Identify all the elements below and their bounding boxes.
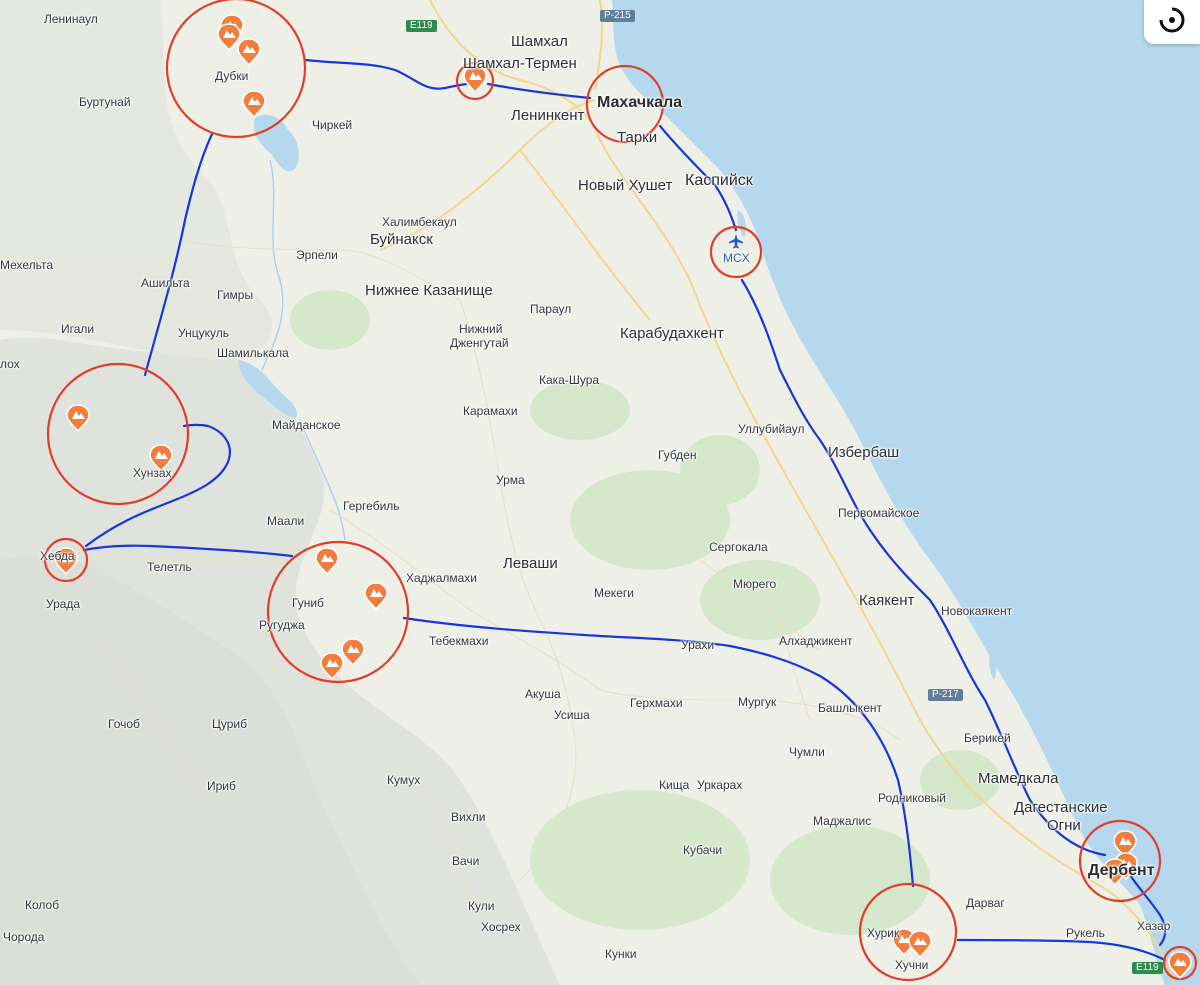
place-label: Хаджалмахи [406, 571, 478, 585]
place-label: Мехельта [0, 258, 54, 272]
place-label: Колоб [25, 898, 60, 912]
place-label: Унцукуль [178, 326, 229, 340]
place-label: Урма [496, 473, 525, 487]
place-label: Огни [1047, 817, 1081, 834]
place-label: Новый Хушет [578, 177, 673, 194]
city-label: Дербент [1088, 862, 1155, 879]
place-label: Хебда [40, 549, 75, 563]
place-label: Чорода [3, 930, 45, 944]
place-label: Маали [267, 514, 305, 528]
city-label: Махачкала [597, 94, 683, 111]
place-label: Гимры [217, 288, 254, 302]
road-shield: Р-217 [928, 689, 963, 701]
place-label: Дарваг [966, 896, 1005, 910]
place-label: Алхаджикент [779, 634, 853, 648]
place-label: Башлыкент [818, 701, 882, 715]
place-label: Кули [468, 899, 495, 913]
place-label: Хазар [1137, 919, 1171, 933]
place-label: Тебекмахи [429, 634, 489, 648]
place-label: Шамхал [511, 33, 568, 50]
place-label: Вихли [451, 810, 486, 824]
place-label: Берикей [964, 731, 1011, 745]
place-label: Ругуджа [259, 618, 305, 632]
place-label: Губден [658, 448, 697, 462]
road-shield: E119 [1132, 962, 1163, 974]
place-label: Кунки [605, 947, 637, 961]
place-label: Кака-Шура [539, 373, 600, 387]
place-label: Рукель [1066, 926, 1105, 940]
place-label: Игали [61, 322, 95, 336]
place-label: Цуриб [212, 717, 247, 731]
place-label: Ашильта [141, 276, 190, 290]
road-shield: E119 [406, 20, 437, 32]
place-label: Кища [659, 778, 690, 792]
place-label: Маджалис [813, 814, 872, 828]
place-label: Уркарах [697, 778, 743, 792]
place-label: Майданское [272, 418, 341, 432]
place-label: Сергокала [709, 540, 768, 554]
place-label: Телетль [147, 560, 192, 574]
place-label: Хунзах [133, 466, 172, 480]
place-label: Дженгутай [450, 336, 509, 350]
road-shield: Р-215 [600, 10, 635, 22]
place-label: Урада [46, 597, 81, 611]
place-label: Вачи [452, 854, 480, 868]
place-label: Каякент [859, 592, 915, 609]
place-label: Новокаякент [941, 604, 1013, 618]
place-label: Гергебиль [343, 499, 400, 513]
place-label: Шамхал-Термен [463, 55, 577, 72]
place-label: Хучни [895, 958, 929, 972]
place-label: Нижний [459, 322, 503, 336]
place-label: Параул [530, 302, 572, 316]
place-label: Гуниб [292, 596, 324, 610]
city-label: Каспийск [685, 172, 753, 189]
place-label: Ириб [207, 779, 236, 793]
place-label: Халимбекаул [382, 215, 457, 229]
place-label: Усиша [554, 708, 590, 722]
place-label: Родниковый [878, 791, 946, 805]
place-label: лох [0, 357, 20, 371]
place-label: Карабудахкент [620, 325, 724, 342]
assistant-button[interactable] [1144, 0, 1200, 44]
place-label: Герхмахи [630, 696, 683, 710]
place-label: Избербаш [828, 444, 900, 461]
place-label: Леваши [503, 555, 558, 572]
place-label: Эрпели [296, 248, 338, 262]
place-label: Дубки [215, 69, 249, 83]
airport-code-label[interactable]: MCX [723, 251, 750, 265]
place-label: Хурик [867, 926, 900, 940]
place-label: Мамедкала [978, 770, 1059, 787]
place-label: Урахи [681, 638, 715, 652]
map-canvas[interactable] [0, 0, 1200, 985]
place-label: Первомайское [838, 506, 920, 520]
place-label: Шамилькала [217, 346, 289, 360]
place-label: Буртунай [79, 95, 131, 109]
alice-assistant-icon [1159, 7, 1185, 33]
place-label: Ленинкент [511, 107, 585, 124]
place-label: Акуша [525, 687, 561, 701]
place-label: Нижнее Казанище [365, 282, 493, 299]
place-label: Кумух [387, 773, 421, 787]
place-label: Мюрего [733, 577, 777, 591]
place-label: Хосрех [481, 920, 521, 934]
place-label: Буйнакск [370, 231, 433, 248]
place-label: Мургук [738, 695, 777, 709]
place-label: Гочоб [108, 717, 140, 731]
place-label: Дагестанские [1014, 799, 1108, 816]
place-label: Уллубийаул [738, 422, 805, 436]
place-label: Мекеги [594, 586, 634, 600]
place-label: Чиркей [312, 118, 353, 132]
place-label: Чумли [789, 745, 825, 759]
place-label: Тарки [617, 129, 658, 146]
place-label: Ленинаул [44, 12, 98, 26]
place-label: Кубачи [683, 843, 723, 857]
place-label: Карамахи [463, 404, 518, 418]
